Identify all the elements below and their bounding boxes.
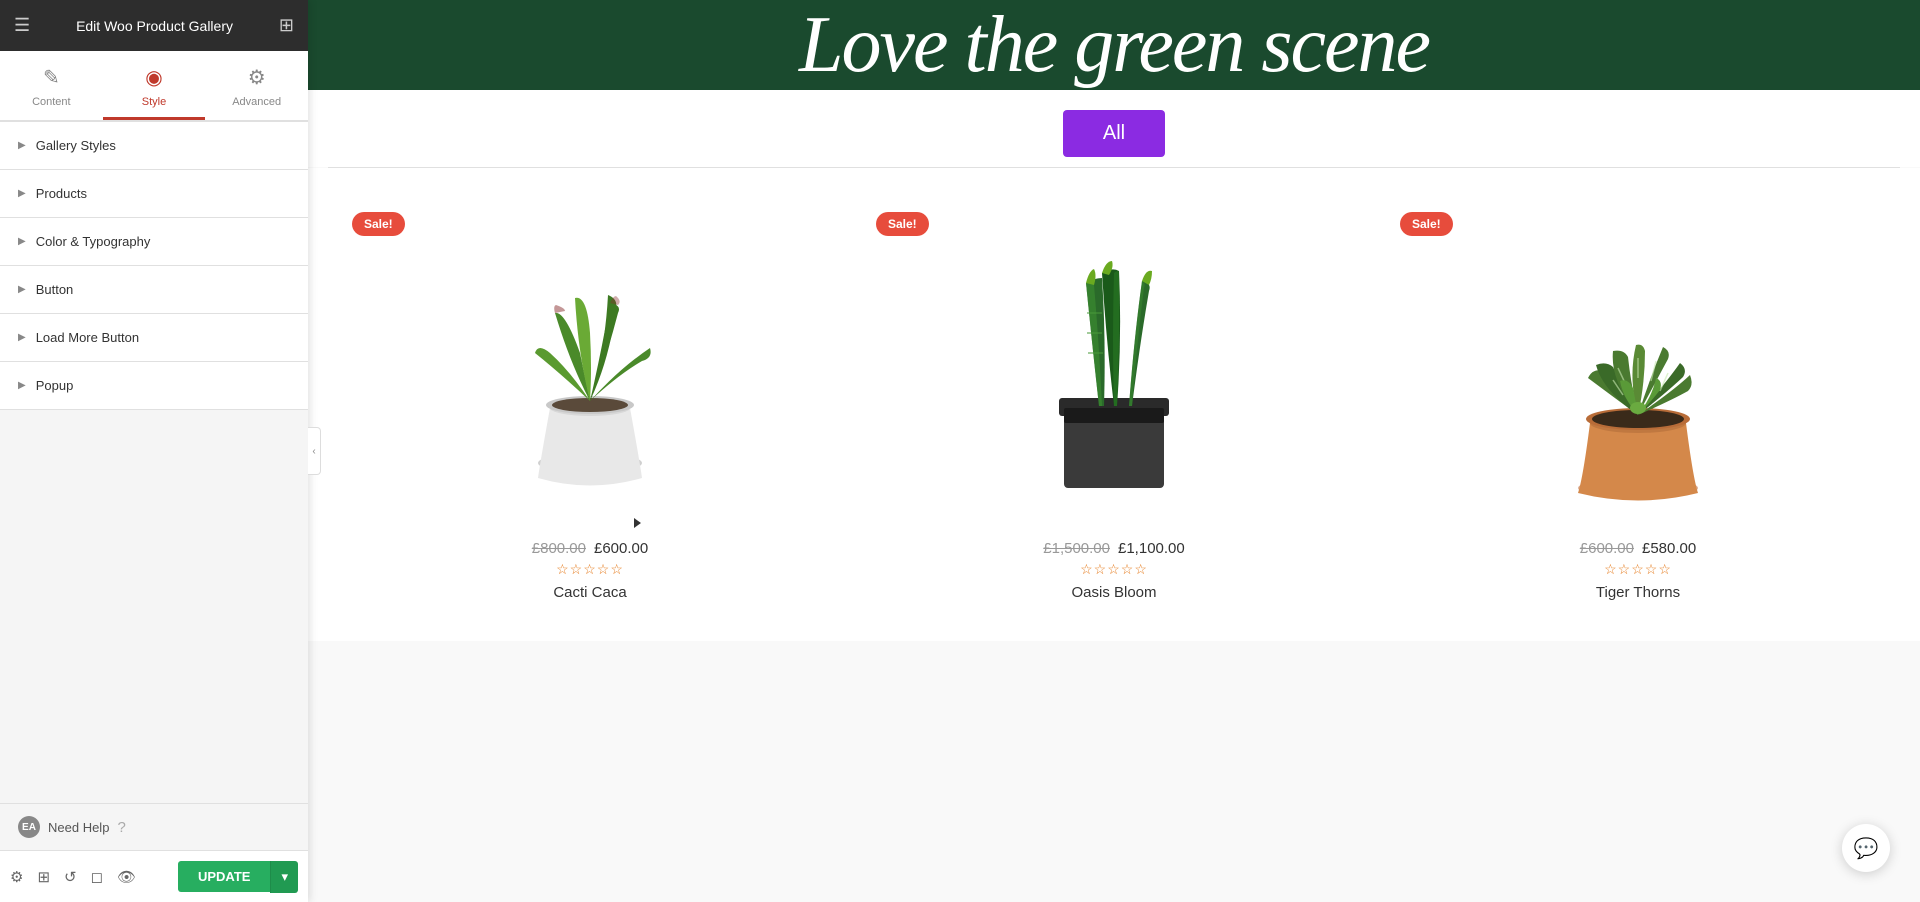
banner: Love the green scene	[308, 0, 1920, 90]
filter-all-button[interactable]: All	[1063, 110, 1165, 157]
accordion-popup-header: ▶ Popup	[0, 362, 308, 409]
accordion-popup-label: Popup	[36, 378, 74, 393]
accordion-button-header: ▶ Button	[0, 266, 308, 313]
price-row-2: £600.00 £580.00	[1580, 540, 1696, 557]
product-name-0: Cacti Caca	[553, 584, 626, 601]
panel-footer: EA Need Help ?	[0, 803, 308, 850]
plant-image-2	[1548, 223, 1728, 513]
tab-content-label: Content	[32, 96, 71, 108]
product-card-1: Sale!	[852, 198, 1376, 621]
chevron-gallery-styles-icon: ▶	[18, 140, 26, 151]
right-preview: Love the green scene All Sale!	[308, 0, 1920, 902]
layers-icon[interactable]: ⊞	[37, 868, 50, 886]
grid-icon[interactable]: ⊞	[279, 15, 294, 36]
price-new-0: £600.00	[594, 540, 648, 557]
chevron-load-more-icon: ▶	[18, 332, 26, 343]
ea-badge: EA	[18, 816, 40, 838]
panel-tabs: ✎ Content ◉ Style ⚙ Advanced	[0, 51, 308, 121]
plant-image-0	[510, 223, 670, 513]
accordion-button-label: Button	[36, 282, 74, 297]
price-new-1: £1,100.00	[1118, 540, 1185, 557]
filter-bar: All	[308, 90, 1920, 167]
responsive-icon[interactable]: ◻	[91, 868, 103, 886]
tab-style[interactable]: ◉ Style	[103, 51, 206, 120]
product-image-0	[348, 208, 832, 528]
accordion-list: ▶ Gallery Styles ▶ Products ▶ Color & Ty…	[0, 121, 308, 803]
price-row-1: £1,500.00 £1,100.00	[1043, 540, 1184, 557]
accordion-color-typography[interactable]: ▶ Color & Typography	[0, 218, 308, 266]
product-image-2	[1396, 208, 1880, 528]
update-button[interactable]: UPDATE	[178, 861, 270, 892]
accordion-gallery-styles[interactable]: ▶ Gallery Styles	[0, 121, 308, 170]
chat-button[interactable]: 💬	[1842, 824, 1890, 872]
content-tab-icon: ✎	[43, 65, 60, 90]
product-name-2: Tiger Thorns	[1596, 584, 1680, 601]
price-old-1: £1,500.00	[1043, 540, 1110, 557]
tab-content[interactable]: ✎ Content	[0, 51, 103, 120]
need-help-label[interactable]: Need Help	[48, 820, 109, 835]
product-card-2: Sale!	[1376, 198, 1900, 621]
toolbar-icons: ⚙ ⊞ ↺ ◻ 👁	[10, 868, 136, 886]
accordion-products-label: Products	[36, 186, 87, 201]
products-grid: Sale!	[308, 168, 1920, 641]
bottom-toolbar: ⚙ ⊞ ↺ ◻ 👁 UPDATE ▾	[0, 850, 308, 902]
hamburger-icon[interactable]: ☰	[14, 15, 30, 36]
help-circle-icon[interactable]: ?	[117, 819, 125, 836]
accordion-products-header: ▶ Products	[0, 170, 308, 217]
tab-style-label: Style	[142, 96, 166, 108]
accordion-gallery-styles-label: Gallery Styles	[36, 138, 116, 153]
update-btn-group: UPDATE ▾	[178, 861, 298, 893]
stars-2: ☆☆☆☆☆	[1604, 561, 1672, 578]
product-card-0: Sale!	[328, 198, 852, 621]
stars-1: ☆☆☆☆☆	[1080, 561, 1148, 578]
sale-badge-1: Sale!	[876, 212, 929, 236]
advanced-tab-icon: ⚙	[248, 65, 266, 90]
plant-image-1	[1034, 223, 1194, 513]
price-old-0: £800.00	[532, 540, 586, 557]
sale-badge-0: Sale!	[352, 212, 405, 236]
panel-header: ☰ Edit Woo Product Gallery ⊞	[0, 0, 308, 51]
accordion-gallery-styles-header: ▶ Gallery Styles	[0, 122, 308, 169]
product-image-1	[872, 208, 1356, 528]
chevron-popup-icon: ▶	[18, 380, 26, 391]
accordion-load-more-button[interactable]: ▶ Load More Button	[0, 314, 308, 362]
banner-text: Love the green scene	[799, 5, 1429, 85]
collapse-panel-handle[interactable]: ‹	[308, 427, 321, 475]
accordion-products[interactable]: ▶ Products	[0, 170, 308, 218]
stars-0: ☆☆☆☆☆	[556, 561, 624, 578]
style-tab-icon: ◉	[145, 65, 162, 90]
sale-badge-2: Sale!	[1400, 212, 1453, 236]
chevron-color-typography-icon: ▶	[18, 236, 26, 247]
product-name-1: Oasis Bloom	[1071, 584, 1156, 601]
panel-title: Edit Woo Product Gallery	[76, 18, 233, 34]
price-old-2: £600.00	[1580, 540, 1634, 557]
accordion-load-more-label: Load More Button	[36, 330, 139, 345]
history-icon[interactable]: ↺	[64, 868, 77, 886]
accordion-color-typography-label: Color & Typography	[36, 234, 151, 249]
tab-advanced-label: Advanced	[232, 96, 281, 108]
left-panel: ☰ Edit Woo Product Gallery ⊞ ✎ Content ◉…	[0, 0, 308, 902]
preview-icon[interactable]: 👁	[117, 868, 136, 886]
price-row-0: £800.00 £600.00	[532, 540, 648, 557]
tab-advanced[interactable]: ⚙ Advanced	[205, 51, 308, 120]
accordion-button[interactable]: ▶ Button	[0, 266, 308, 314]
settings-icon[interactable]: ⚙	[10, 868, 23, 886]
accordion-load-more-header: ▶ Load More Button	[0, 314, 308, 361]
price-new-2: £580.00	[1642, 540, 1696, 557]
accordion-popup[interactable]: ▶ Popup	[0, 362, 308, 410]
update-dropdown-button[interactable]: ▾	[270, 861, 298, 893]
chevron-button-icon: ▶	[18, 284, 26, 295]
accordion-color-typography-header: ▶ Color & Typography	[0, 218, 308, 265]
chevron-products-icon: ▶	[18, 188, 26, 199]
